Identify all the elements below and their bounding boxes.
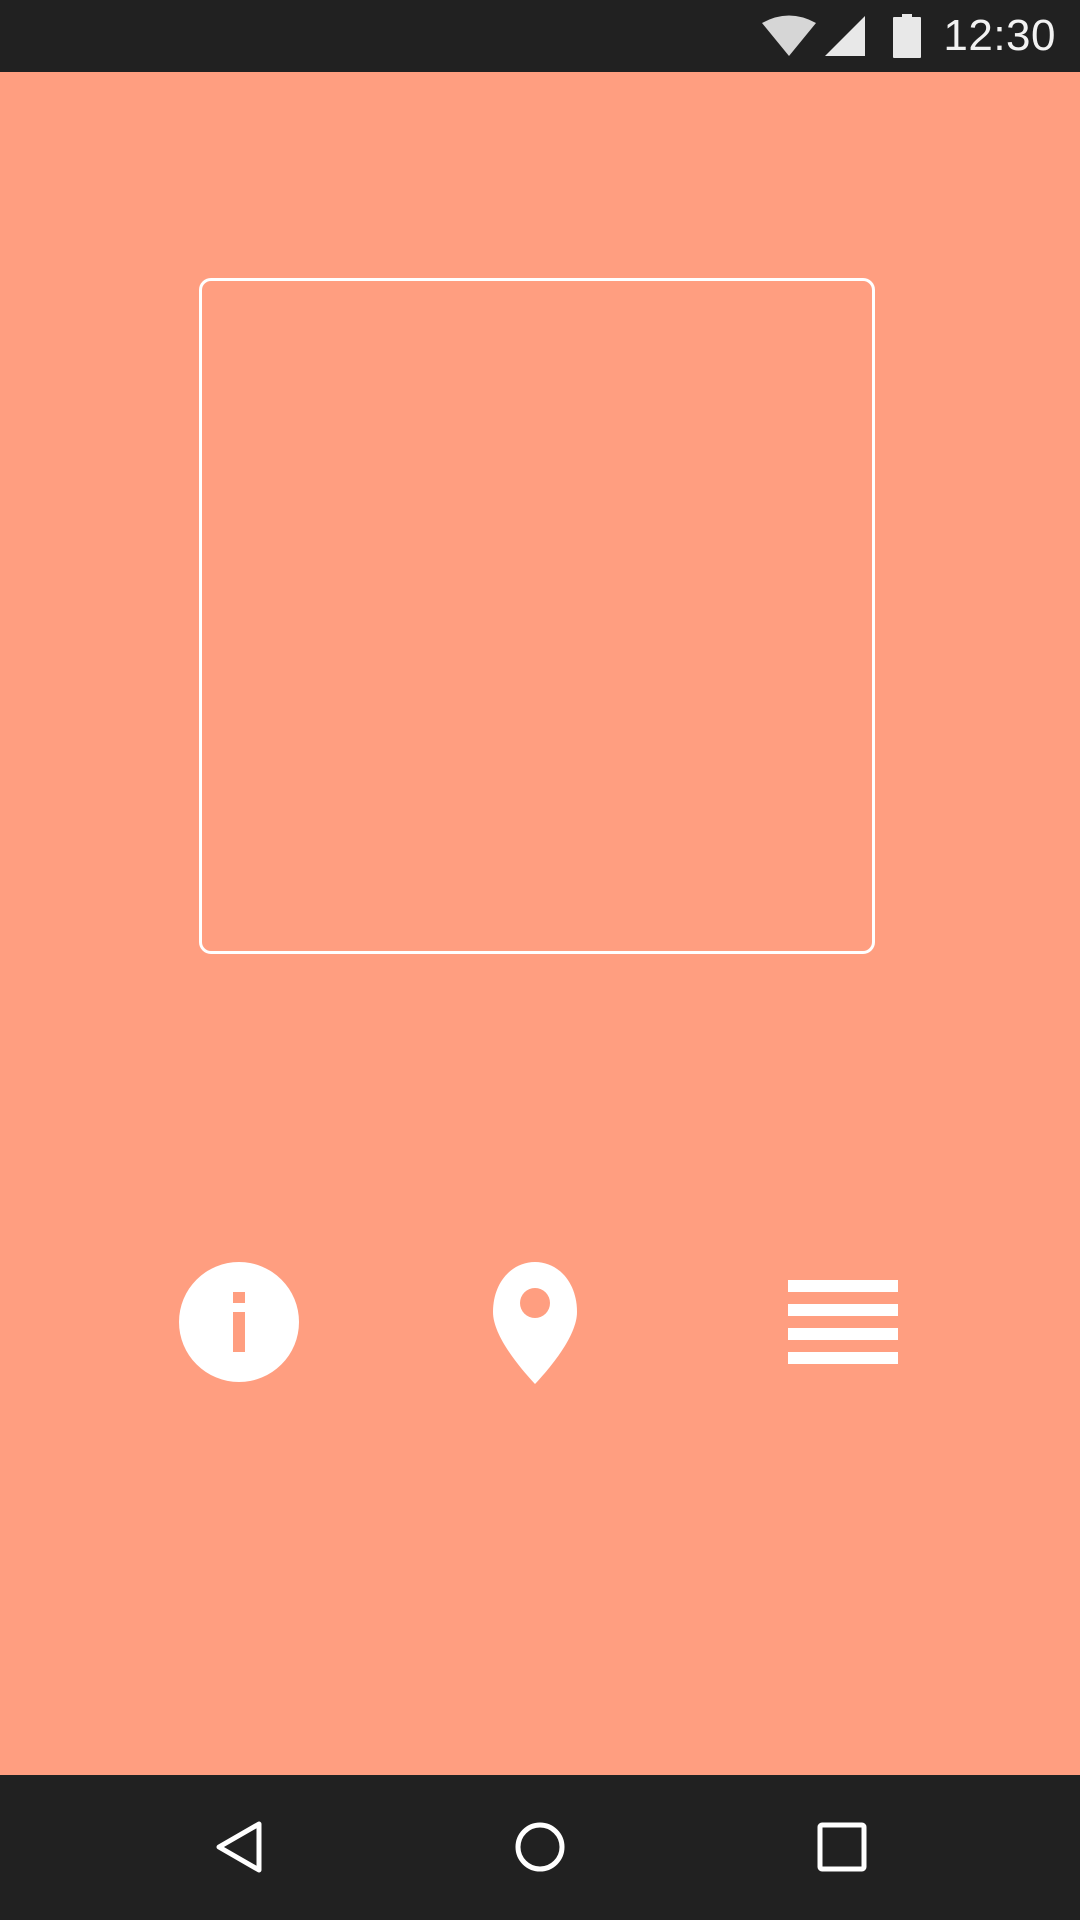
- battery-icon: [893, 14, 922, 58]
- menu-button[interactable]: [773, 1252, 913, 1392]
- clock: 12:30: [943, 11, 1056, 60]
- back-triangle-icon: [216, 1821, 262, 1873]
- info-icon: [179, 1262, 299, 1382]
- home-circle-icon: [515, 1822, 565, 1872]
- cellular-signal-icon: [825, 16, 866, 56]
- location-button[interactable]: [465, 1252, 605, 1392]
- menu-lines-icon: [788, 1280, 898, 1364]
- main-content: [0, 72, 1080, 1775]
- wifi-icon: [762, 15, 817, 56]
- recents-square-icon: [817, 1822, 867, 1872]
- navigation-bar: [0, 1775, 1080, 1920]
- info-button[interactable]: [169, 1252, 309, 1392]
- status-icons: 12:30: [761, 0, 1080, 72]
- status-bar: 12:30: [0, 0, 1080, 72]
- home-button[interactable]: [490, 1797, 590, 1897]
- back-button[interactable]: [190, 1797, 290, 1897]
- image-frame: [199, 278, 875, 954]
- location-pin-icon: [493, 1262, 577, 1384]
- recents-button[interactable]: [792, 1797, 892, 1897]
